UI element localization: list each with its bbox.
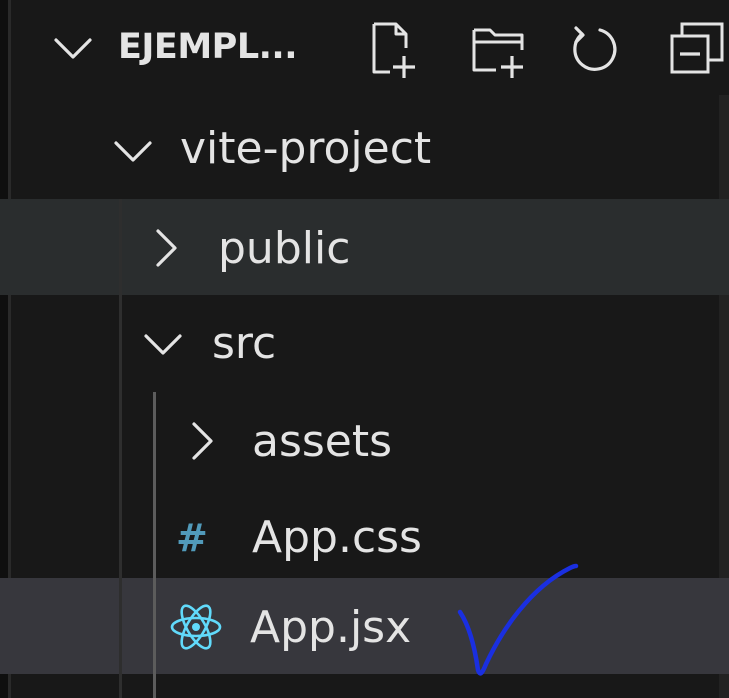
new-folder-icon[interactable]	[470, 20, 534, 85]
tree-item-label: App.jsx	[250, 602, 412, 653]
tree-file-app-jsx[interactable]: App.jsx	[0, 578, 729, 674]
checkmark-annotation-icon	[446, 560, 586, 690]
explorer-panel: EJEMPL... vite-project public src assets…	[0, 0, 729, 698]
tree-item-label: public	[218, 223, 351, 274]
chevron-down-icon	[112, 135, 154, 174]
react-icon	[168, 604, 224, 655]
chevron-down-icon[interactable]	[52, 28, 94, 75]
indent-guide	[119, 199, 122, 698]
new-file-icon[interactable]	[368, 20, 424, 85]
tree-folder-vite-project[interactable]: vite-project	[0, 103, 729, 199]
tree-item-label: src	[212, 318, 277, 369]
chevron-right-icon	[186, 420, 220, 467]
section-title[interactable]: EJEMPL...	[118, 22, 298, 72]
indent-guide	[153, 392, 156, 698]
tree-item-label: App.css	[252, 512, 422, 563]
refresh-icon[interactable]	[568, 20, 624, 85]
tree-folder-src[interactable]: src	[0, 296, 729, 392]
explorer-section-header[interactable]: EJEMPL...	[0, 0, 729, 95]
chevron-down-icon	[142, 328, 184, 367]
collapse-all-icon[interactable]	[668, 20, 729, 85]
tree-item-label: vite-project	[180, 123, 432, 174]
tree-folder-assets[interactable]: assets	[0, 394, 729, 490]
tree-folder-public[interactable]: public	[0, 199, 729, 295]
chevron-right-icon	[150, 227, 184, 274]
tree-item-label: assets	[252, 416, 393, 467]
tree-file-app-css[interactable]: # App.css	[0, 490, 729, 586]
css-hash-icon: #	[176, 516, 208, 560]
